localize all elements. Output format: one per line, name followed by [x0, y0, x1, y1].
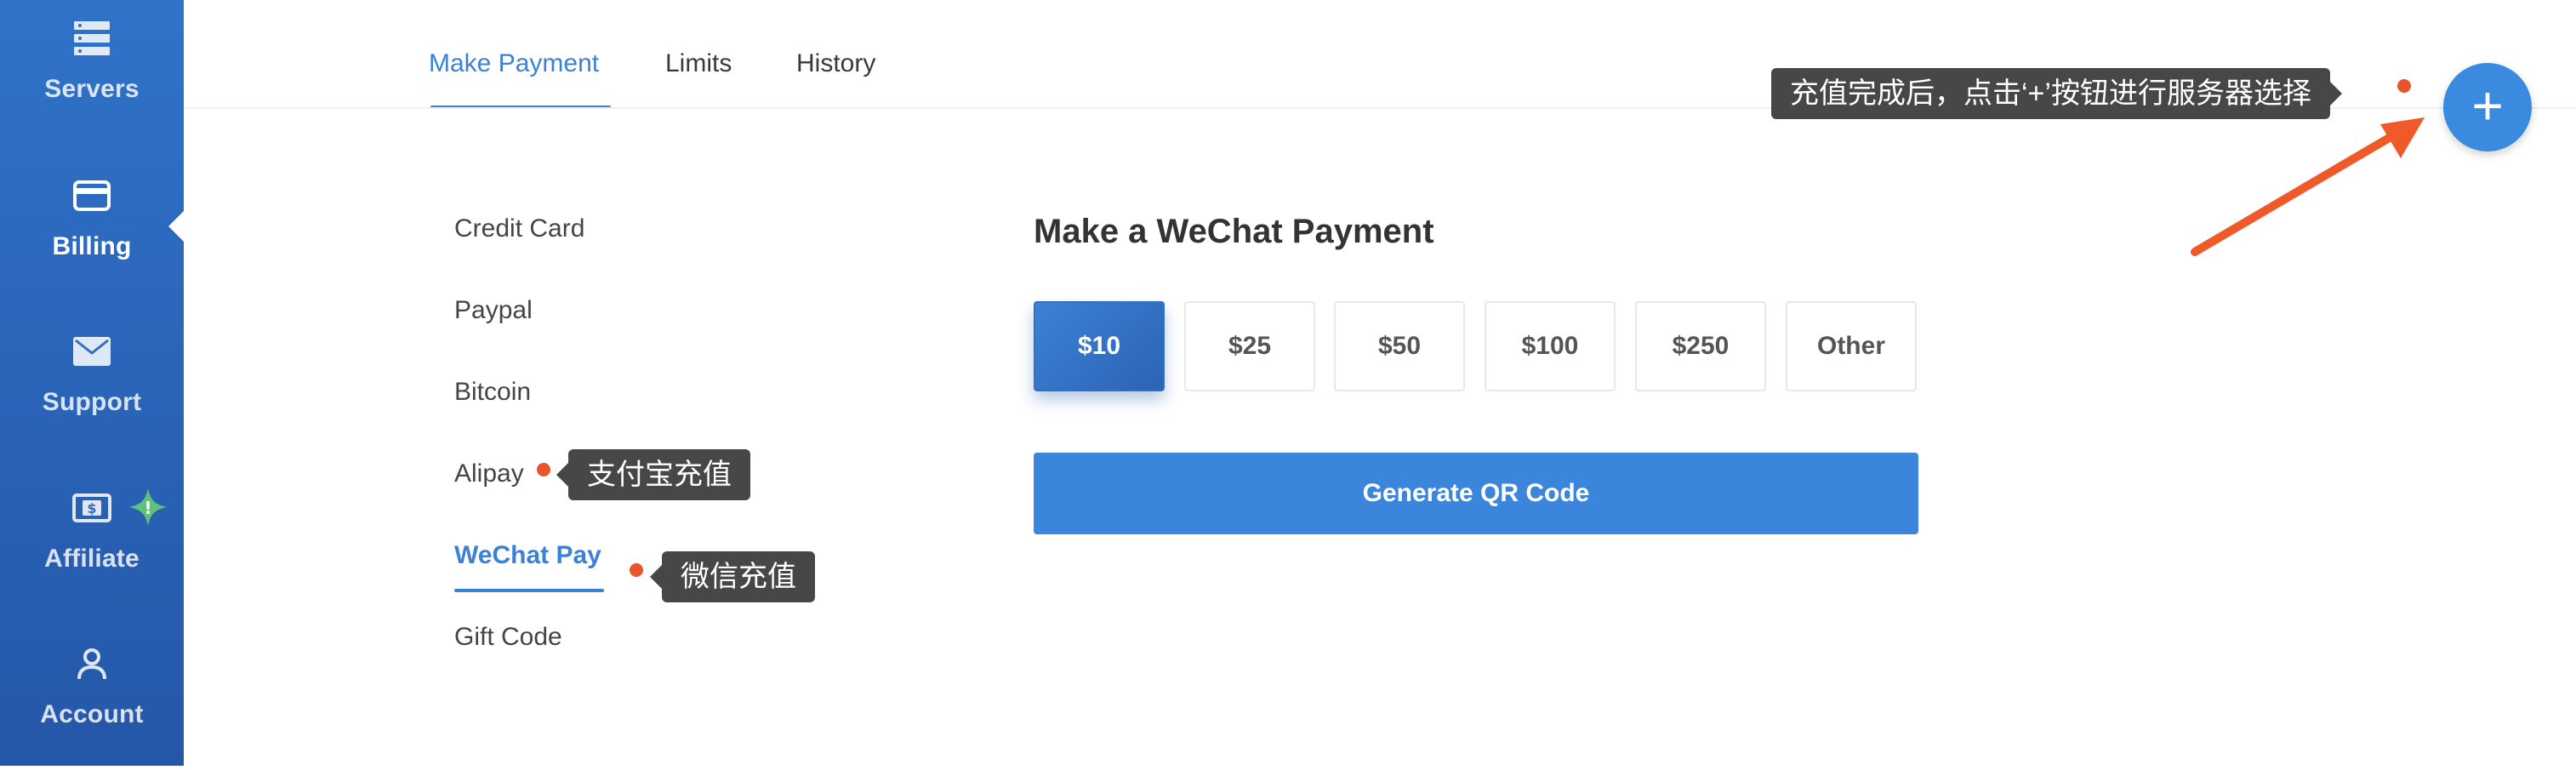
amount-option-50[interactable]: $50	[1334, 301, 1465, 391]
tab-make-payment[interactable]: Make Payment	[429, 49, 599, 78]
user-icon	[71, 642, 113, 685]
annotation-dot	[537, 463, 550, 476]
sidebar-item-account[interactable]: Account	[0, 642, 184, 770]
svg-text:!: !	[144, 498, 151, 518]
method-wechat-pay[interactable]: WeChat Pay	[454, 541, 601, 570]
sidebar-item-label: Servers	[44, 75, 140, 103]
add-server-button[interactable]: +	[2443, 63, 2532, 151]
tab-history[interactable]: History	[796, 49, 875, 78]
annotation-arrow-icon	[2191, 117, 2425, 256]
amount-option-other[interactable]: Other	[1786, 301, 1917, 391]
page-title: Make a WeChat Payment	[1034, 213, 1434, 250]
sidebar-item-support[interactable]: Support	[0, 330, 184, 458]
dollar-bill-icon: $	[71, 487, 113, 529]
envelope-icon	[71, 330, 113, 373]
annotation-dot	[630, 563, 643, 577]
active-indicator	[168, 211, 184, 242]
server-icon	[71, 17, 113, 60]
sidebar-item-billing[interactable]: Billing	[0, 174, 184, 302]
affiliate-alert-icon: !	[128, 487, 168, 528]
method-gift-code[interactable]: Gift Code	[454, 623, 562, 652]
plus-icon: +	[2471, 75, 2504, 136]
sidebar-item-label: Account	[40, 700, 144, 728]
sidebar-item-label: Affiliate	[44, 545, 140, 573]
generate-qr-code-button[interactable]: Generate QR Code	[1034, 453, 1918, 534]
tab-limits[interactable]: Limits	[665, 49, 732, 78]
amount-option-100[interactable]: $100	[1485, 301, 1616, 391]
method-bitcoin[interactable]: Bitcoin	[454, 378, 531, 407]
sidebar-item-label: Billing	[52, 232, 132, 260]
method-alipay[interactable]: Alipay	[454, 459, 524, 488]
annotation-dot	[2397, 79, 2411, 93]
credit-card-icon	[71, 174, 113, 217]
amount-option-10[interactable]: $10	[1034, 301, 1165, 391]
amount-option-250[interactable]: $250	[1635, 301, 1766, 391]
annotation-tooltip-wechat: 微信充值	[650, 551, 815, 602]
annotation-tooltip-alipay: 支付宝充值	[556, 449, 750, 500]
method-credit-card[interactable]: Credit Card	[454, 214, 584, 243]
amount-option-25[interactable]: $25	[1184, 301, 1315, 391]
sidebar-item-label: Support	[42, 388, 142, 416]
method-paypal[interactable]: Paypal	[454, 296, 533, 325]
sidebar: Servers Billing Support $ Affiliate ! Ac…	[0, 0, 184, 766]
svg-text:$: $	[87, 500, 96, 516]
sidebar-item-servers[interactable]: Servers	[0, 17, 184, 145]
method-active-underline	[454, 589, 604, 592]
